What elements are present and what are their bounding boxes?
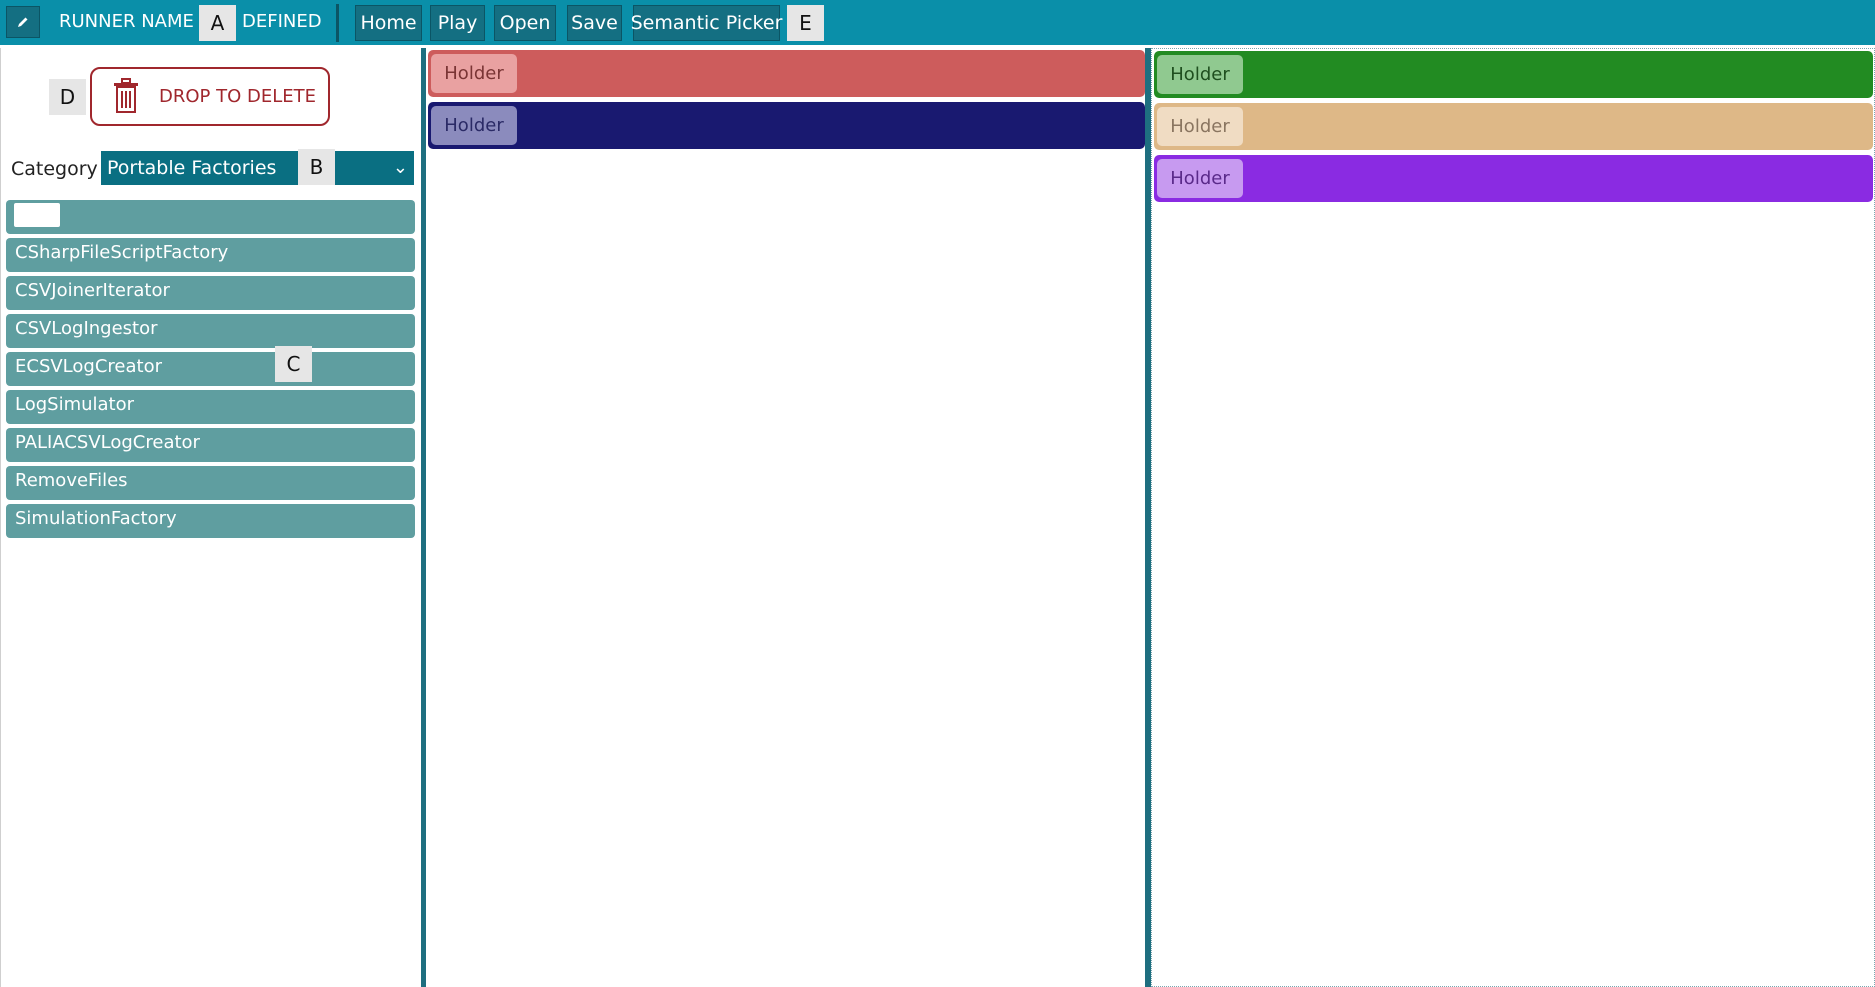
marker-e: E xyxy=(787,5,824,41)
holder-label: Holder xyxy=(431,106,517,145)
category-selected-value: Portable Factories xyxy=(107,157,277,179)
factory-item-logsimulator[interactable]: LogSimulator xyxy=(6,390,415,424)
factory-item-removefiles[interactable]: RemoveFiles xyxy=(6,466,415,500)
right-holder-panel: Holder Holder Holder xyxy=(1151,48,1875,987)
factory-item-paliacsvlogcreator[interactable]: PALIACSVLogCreator xyxy=(6,428,415,462)
holder-bar-tan[interactable]: Holder xyxy=(1154,103,1873,150)
factory-item-csvjoineriterator[interactable]: CSVJoinerIterator xyxy=(6,276,415,310)
marker-d: D xyxy=(49,79,86,115)
open-button[interactable]: Open xyxy=(494,5,556,41)
chevron-down-icon: ⌄ xyxy=(392,157,408,178)
home-button[interactable]: Home xyxy=(355,5,422,41)
factory-item-csharpfilescriptfactory[interactable]: CSharpFileScriptFactory xyxy=(6,238,415,272)
semantic-picker-button[interactable]: Semantic Picker xyxy=(631,5,782,41)
toolbar-separator xyxy=(336,4,339,42)
factory-filter-row xyxy=(6,200,415,234)
factory-item-csvlogingestor[interactable]: CSVLogIngestor xyxy=(6,314,415,348)
holder-bar-red[interactable]: Holder xyxy=(428,50,1145,97)
holder-bar-green[interactable]: Holder xyxy=(1154,51,1873,98)
marker-b: B xyxy=(298,149,335,185)
factory-panel: D DROP TO DELETE Category Portable Facto… xyxy=(0,48,421,987)
factory-item-ecsvlogcreator[interactable]: ECSVLogCreator xyxy=(6,352,415,386)
factory-list: CSharpFileScriptFactory CSVJoinerIterato… xyxy=(6,200,415,542)
factory-item-simulationfactory[interactable]: SimulationFactory xyxy=(6,504,415,538)
factory-search-input[interactable] xyxy=(14,203,60,227)
holder-bar-purple[interactable]: Holder xyxy=(1154,155,1873,202)
holder-label: Holder xyxy=(1157,159,1243,198)
runner-name-label: RUNNER NAME xyxy=(59,11,194,32)
pencil-icon xyxy=(18,17,28,27)
trash-icon xyxy=(114,78,138,113)
play-button[interactable]: Play xyxy=(430,5,485,41)
edit-runner-name-button[interactable] xyxy=(6,6,40,38)
defined-label: DEFINED xyxy=(242,11,322,32)
top-toolbar: RUNNER NAME A DEFINED Home Play Open Sav… xyxy=(0,0,1875,45)
drop-to-delete-zone[interactable]: DROP TO DELETE xyxy=(90,67,330,126)
drop-to-delete-label: DROP TO DELETE xyxy=(159,86,316,107)
marker-c: C xyxy=(275,346,312,382)
holder-bar-navy[interactable]: Holder xyxy=(428,102,1145,149)
holder-label: Holder xyxy=(431,54,517,93)
category-label: Category xyxy=(11,158,98,180)
holder-label: Holder xyxy=(1157,107,1243,146)
category-dropdown[interactable]: Portable Factories ⌄ xyxy=(101,151,414,185)
center-holder-panel: Holder Holder xyxy=(426,48,1145,987)
marker-a: A xyxy=(199,5,236,41)
holder-label: Holder xyxy=(1157,55,1243,94)
save-button[interactable]: Save xyxy=(567,5,622,41)
